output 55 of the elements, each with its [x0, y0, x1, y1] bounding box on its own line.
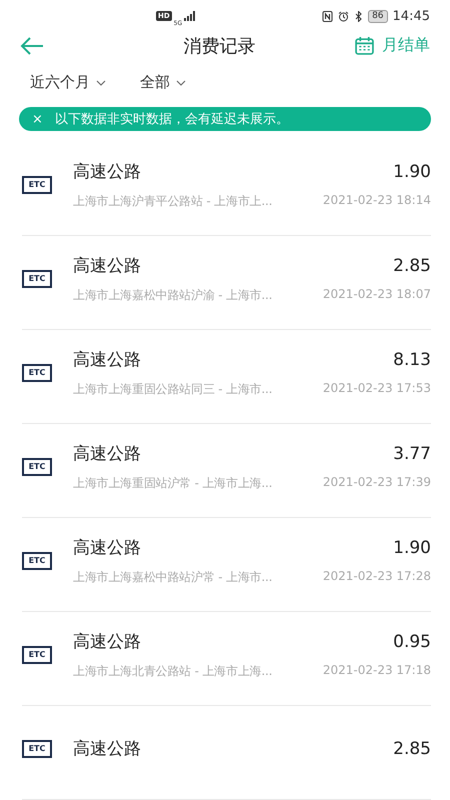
record-time: 2021-02-23 17:39 [322, 474, 431, 490]
filter-dropdown[interactable]: 全部 [140, 73, 186, 92]
record-route: 上海市上海北青公路站 - 上海市上海... [73, 662, 272, 680]
record-title: 高速公路 [73, 738, 141, 760]
record-time: 2021-02-23 17:18 [322, 662, 431, 678]
record-item[interactable]: ETC 高速公路 1.90 上海市上海嘉松中路站沪常 - 上海市... 2021-02-23 17:28 [22, 518, 431, 612]
etc-badge: ETC [22, 176, 52, 194]
page-title: 消费记录 [182, 34, 256, 58]
status-time: 14:45 [392, 8, 430, 24]
back-button[interactable] [20, 34, 44, 57]
bluetooth-icon [354, 10, 364, 22]
chevron-down-icon [176, 80, 186, 86]
record-title: 高速公路 [73, 254, 141, 276]
etc-badge: ETC [22, 458, 52, 476]
record-route: 上海市上海沪青平公路站 - 上海市上... [73, 192, 272, 210]
record-amount: 1.90 [393, 538, 431, 558]
record-time: 2021-02-23 18:14 [322, 192, 431, 208]
notice-text: 以下数据非实时数据，会有延迟未展示。 [54, 111, 289, 128]
record-title: 高速公路 [73, 160, 141, 182]
etc-badge: ETC [22, 740, 52, 758]
record-time: 2021-02-23 17:28 [322, 568, 431, 584]
record-item[interactable]: ETC 高速公路 2.85 上海市上海嘉松中路站沪渝 - 上海市... 2021-02-23 18:07 [22, 236, 431, 330]
etc-badge: ETC [22, 364, 52, 382]
record-title: 高速公路 [73, 348, 141, 370]
signal-icon [184, 11, 196, 22]
record-route: 上海市上海嘉松中路站沪渝 - 上海市... [73, 286, 272, 304]
battery-indicator: 86 [368, 10, 388, 23]
record-item[interactable]: ETC 高速公路 3.77 上海市上海重固站沪常 - 上海市上海... 2021-02-23 17:39 [22, 424, 431, 518]
record-title: 高速公路 [73, 536, 141, 558]
record-amount: 0.95 [393, 632, 431, 652]
record-item[interactable]: ETC 高速公路 8.13 上海市上海重固公路站同三 - 上海市... 2021-02-23 17:53 [22, 330, 431, 424]
etc-badge: ETC [22, 646, 52, 664]
chevron-down-icon [96, 80, 106, 86]
alarm-icon [338, 10, 350, 22]
etc-badge: ETC [22, 270, 52, 288]
record-amount: 2.85 [393, 739, 431, 759]
record-time: 2021-02-23 17:53 [322, 380, 431, 396]
record-item[interactable]: ETC 高速公路 0.95 上海市上海北青公路站 - 上海市上海... 2021-02-23 17:18 [22, 612, 431, 706]
etc-badge: ETC [22, 552, 52, 570]
record-time: 2021-02-23 18:07 [322, 286, 431, 302]
record-route: 上海市上海重固公路站同三 - 上海市... [73, 380, 272, 398]
calendar-icon [355, 36, 374, 56]
record-item[interactable]: ETC 高速公路 2.85 [22, 706, 431, 800]
record-amount: 3.77 [393, 444, 431, 464]
record-item[interactable]: ETC 高速公路 1.90 上海市上海沪青平公路站 - 上海市上... 2021-02-23 18:14 [22, 142, 431, 236]
record-amount: 1.90 [393, 162, 431, 182]
filter-dropdown[interactable]: 近六个月 [30, 73, 106, 92]
record-title: 高速公路 [73, 442, 141, 464]
record-amount: 2.85 [393, 256, 431, 276]
record-title: 高速公路 [73, 630, 141, 652]
record-amount: 8.13 [393, 350, 431, 370]
back-icon [20, 34, 44, 57]
record-route: 上海市上海重固站沪常 - 上海市上海... [73, 474, 272, 492]
nfc-icon [322, 10, 334, 22]
record-route: 上海市上海嘉松中路站沪常 - 上海市... [73, 568, 272, 586]
